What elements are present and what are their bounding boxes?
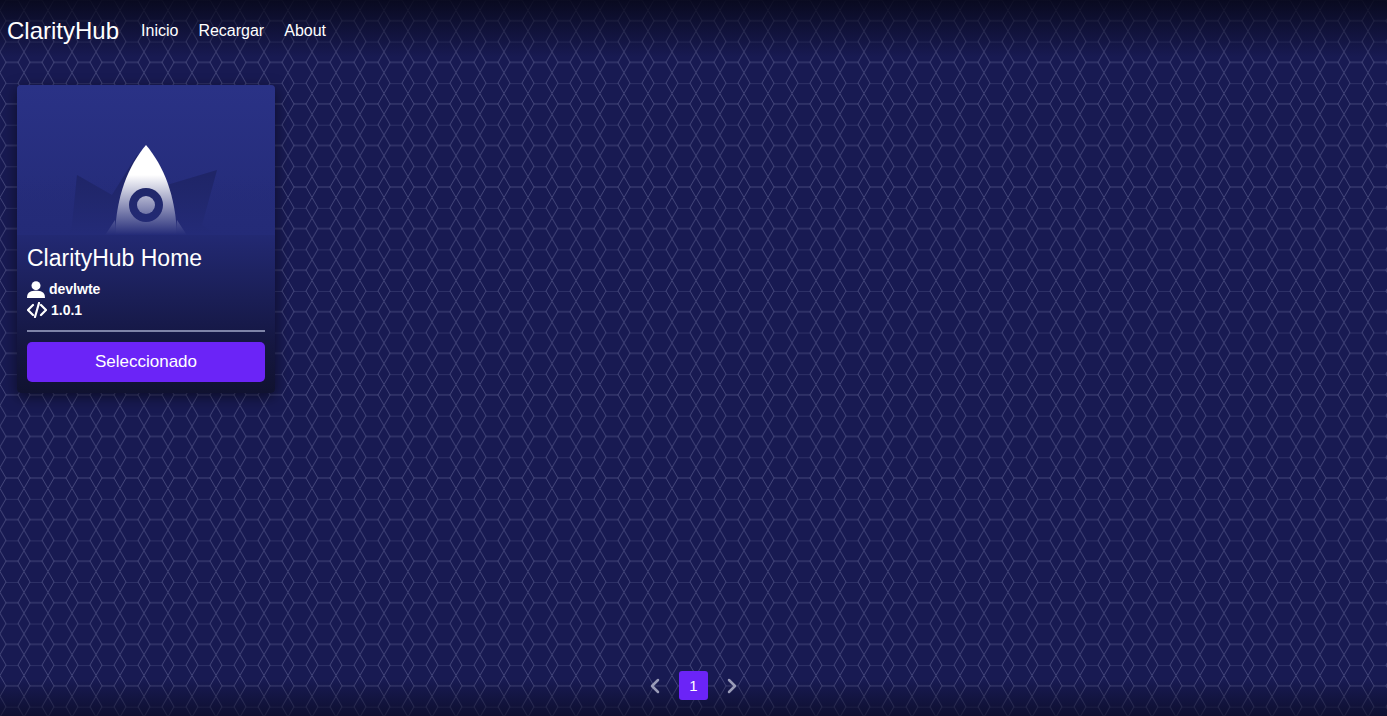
chevron-right-icon <box>726 678 738 694</box>
page-button[interactable]: 1 <box>679 671 708 700</box>
user-icon <box>27 280 45 298</box>
app-card: ClarityHub Home devlwte 1.0.1 Seleccionado <box>17 85 275 393</box>
version: 1.0.1 <box>51 302 82 318</box>
prev-button[interactable] <box>645 674 665 698</box>
version-row: 1.0.1 <box>27 300 265 321</box>
card-grid: ClarityHub Home devlwte 1.0.1 Seleccionado <box>0 62 1387 671</box>
art-fade <box>17 175 275 235</box>
author: devlwte <box>49 281 100 297</box>
app-page: ClarityHub Inicio Recargar About ClarityHub … <box>0 0 1387 716</box>
card-title: ClarityHub Home <box>27 245 265 273</box>
nav-link[interactable]: About <box>284 22 326 40</box>
navbar: ClarityHub Inicio Recargar About <box>0 0 1387 62</box>
chevron-left-icon <box>649 678 661 694</box>
next-button[interactable] <box>722 674 742 698</box>
select-button[interactable]: Seleccionado <box>27 342 265 382</box>
brand[interactable]: ClarityHub <box>7 17 119 45</box>
author-row: devlwte <box>27 279 265 300</box>
nav-link[interactable]: Inicio <box>141 22 178 40</box>
code-icon <box>27 302 47 318</box>
card-divider <box>27 330 265 332</box>
card-body: ClarityHub Home devlwte 1.0.1 Seleccionado <box>17 235 275 393</box>
card-art <box>17 85 275 235</box>
nav-link[interactable]: Recargar <box>198 22 264 40</box>
pagination: 1 <box>0 671 1387 716</box>
